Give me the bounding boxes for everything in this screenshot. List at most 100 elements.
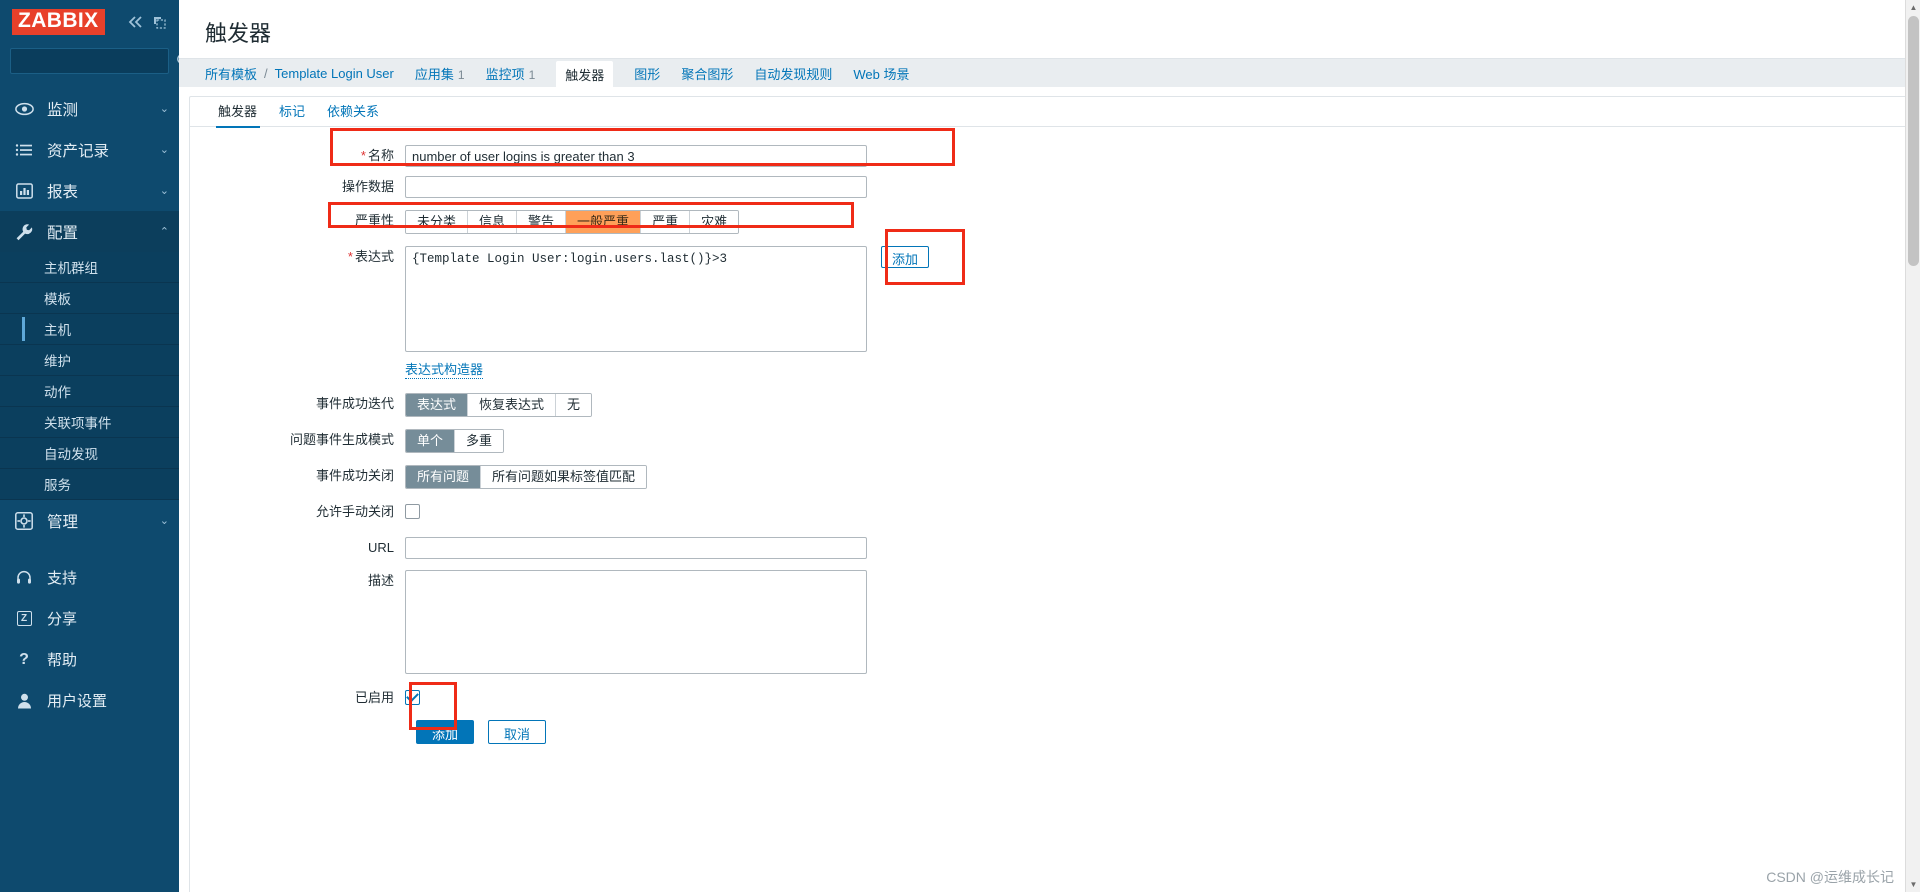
sidebar-item-hosts[interactable]: 主机: [0, 314, 179, 345]
event-generation-option-none[interactable]: 无: [555, 394, 592, 416]
expression-textarea[interactable]: {Template Login User:login.users.last()}…: [405, 246, 867, 352]
enabled-checkbox[interactable]: [405, 690, 420, 705]
sidebar-item-label: 管理: [47, 513, 79, 531]
breadcrumb-template-name[interactable]: Template Login User: [275, 66, 394, 81]
event-close-option-tag-match[interactable]: 所有问题如果标签值匹配: [480, 466, 647, 488]
tab-dependencies[interactable]: 依赖关系: [316, 97, 390, 127]
sidebar-item-maintenance[interactable]: 维护: [0, 345, 179, 376]
sidebar-search[interactable]: [10, 48, 179, 74]
sidebar-subitem-label: 关联项事件: [44, 416, 112, 431]
submit-add-button[interactable]: 添加: [416, 720, 475, 744]
breadcrumb-item-items[interactable]: 监控项 1: [486, 64, 536, 83]
problem-event-mode-control: 单个 多重: [405, 429, 505, 453]
expand-icon[interactable]: [152, 15, 167, 29]
breadcrumb-item-applications[interactable]: 应用集 1: [415, 64, 465, 83]
chevron-up-icon: ⌃: [159, 226, 169, 238]
severity-option-high[interactable]: 严重: [640, 211, 690, 233]
event-generation-control: 表达式 恢复表达式 无: [405, 393, 593, 417]
severity-option-disaster[interactable]: 灾难: [689, 211, 739, 233]
operation-data-input[interactable]: [405, 176, 867, 198]
sidebar-item-discovery[interactable]: 自动发现: [0, 438, 179, 469]
sidebar: ZABBIX 监测 ⌄ 资产记录 ⌄ 报表 ⌄ 配置 ⌃ 主机群组 模板 主机 …: [0, 0, 179, 892]
user-icon: [14, 693, 34, 709]
tab-tags[interactable]: 标记: [268, 97, 316, 127]
form-row-expression: * 表达式 {Template Login User:login.users.la…: [190, 246, 1909, 352]
sidebar-item-templates[interactable]: 模板: [0, 283, 179, 314]
breadcrumb-item-count: 1: [457, 67, 465, 82]
share-glyph: Z: [16, 611, 32, 626]
form-row-severity: 严重性 未分类 信息 警告 一般严重 严重 灾难: [190, 210, 1909, 234]
severity-option-warning[interactable]: 警告: [516, 211, 566, 233]
breadcrumb-item-graphs[interactable]: 图形: [634, 64, 660, 83]
event-close-option-all-problems[interactable]: 所有问题: [406, 466, 481, 488]
sidebar-item-support[interactable]: 支持: [0, 557, 179, 598]
sidebar-item-user-settings[interactable]: 用户设置: [0, 680, 179, 721]
name-input[interactable]: [405, 145, 867, 167]
sidebar-item-label: 报表: [47, 183, 79, 201]
chevron-double-left-icon[interactable]: [127, 15, 143, 29]
form-row-enabled: 已启用: [190, 687, 1909, 709]
sidebar-item-reports[interactable]: 报表 ⌄: [0, 170, 179, 211]
sidebar-item-actions[interactable]: 动作: [0, 376, 179, 407]
sidebar-item-share[interactable]: Z 分享: [0, 598, 179, 639]
scroll-down-arrow[interactable]: ▼: [1906, 877, 1920, 892]
scrollbar-thumb[interactable]: [1908, 16, 1919, 266]
tab-trigger[interactable]: 触发器: [208, 97, 268, 128]
form-row-name: * 名称: [190, 145, 1909, 167]
search-input[interactable]: [17, 53, 176, 69]
form-row-description: 描述: [190, 570, 1909, 674]
operation-data-label: 操作数据: [341, 179, 394, 194]
cancel-button[interactable]: 取消: [488, 720, 547, 744]
url-input[interactable]: [405, 537, 867, 559]
expression-constructor-control: 表达式构造器: [405, 359, 484, 379]
problem-event-mode-option-single[interactable]: 单个: [406, 430, 455, 452]
trigger-form-card: 触发器 标记 依赖关系 *名称 操作数据: [189, 96, 1910, 892]
form-row-expression-constructor: 表达式构造器: [190, 359, 1909, 379]
list-icon: [14, 143, 34, 157]
breadcrumb-item-triggers[interactable]: 触发器: [556, 60, 614, 88]
sidebar-item-host-groups[interactable]: 主机群组: [0, 252, 179, 283]
sidebar-item-configuration[interactable]: 配置 ⌃: [0, 211, 179, 252]
sidebar-subitem-label: 主机: [44, 323, 71, 338]
event-close-control: 所有问题 所有问题如果标签值匹配: [405, 465, 648, 489]
sidebar-item-services[interactable]: 服务: [0, 469, 179, 500]
severity-option-information[interactable]: 信息: [467, 211, 517, 233]
scroll-up-arrow[interactable]: ▲: [1906, 0, 1920, 15]
severity-option-average[interactable]: 一般严重: [565, 211, 641, 233]
sidebar-header-icons: [127, 15, 169, 29]
form-tabs: 触发器 标记 依赖关系: [190, 97, 1909, 128]
chevron-down-icon: ⌄: [159, 515, 169, 527]
manual-close-control: [405, 501, 420, 519]
problem-event-mode-label: 问题事件生成模式: [289, 432, 394, 447]
expression-control: {Template Login User:login.users.last()}…: [405, 246, 930, 352]
enabled-label: 已启用: [354, 690, 394, 705]
sidebar-item-label: 帮助: [47, 652, 78, 669]
problem-event-mode-option-multiple[interactable]: 多重: [454, 430, 504, 452]
event-close-label: 事件成功关闭: [315, 468, 394, 483]
vertical-scrollbar[interactable]: ▲ ▼: [1905, 0, 1920, 892]
enabled-control: [405, 687, 420, 705]
manual-close-checkbox[interactable]: [405, 504, 420, 519]
sidebar-item-help[interactable]: ? 帮助: [0, 639, 179, 680]
breadcrumb-all-templates[interactable]: 所有模板: [205, 64, 257, 83]
breadcrumb-item-screens[interactable]: 聚合图形: [681, 64, 733, 83]
form-row-problem-event-mode: 问题事件生成模式 单个 多重: [190, 429, 1909, 453]
expression-constructor-link[interactable]: 表达式构造器: [405, 359, 484, 379]
sidebar-item-monitoring[interactable]: 监测 ⌄: [0, 88, 179, 129]
breadcrumb-item-discovery-rules[interactable]: 自动发现规则: [754, 64, 832, 83]
sidebar-item-event-correlation[interactable]: 关联项事件: [0, 407, 179, 438]
event-generation-option-expression[interactable]: 表达式: [406, 394, 468, 416]
event-generation-option-recovery-expression[interactable]: 恢复表达式: [467, 394, 556, 416]
expression-label: * 表达式: [190, 246, 405, 268]
sidebar-item-label: 监测: [47, 101, 79, 119]
sidebar-item-label: 分享: [47, 611, 78, 628]
severity-option-not-classified[interactable]: 未分类: [406, 211, 468, 233]
breadcrumb-item-web-scenarios[interactable]: Web 场景: [853, 64, 909, 83]
sidebar-item-administration[interactable]: 管理 ⌄: [0, 500, 179, 541]
description-textarea[interactable]: [405, 570, 867, 674]
sidebar-item-inventory[interactable]: 资产记录 ⌄: [0, 129, 179, 170]
description-label: 描述: [367, 573, 394, 588]
form-row-manual-close: 允许手动关闭: [190, 501, 1909, 523]
expression-add-button[interactable]: 添加: [881, 246, 930, 268]
sidebar-subitem-label: 维护: [44, 354, 71, 369]
